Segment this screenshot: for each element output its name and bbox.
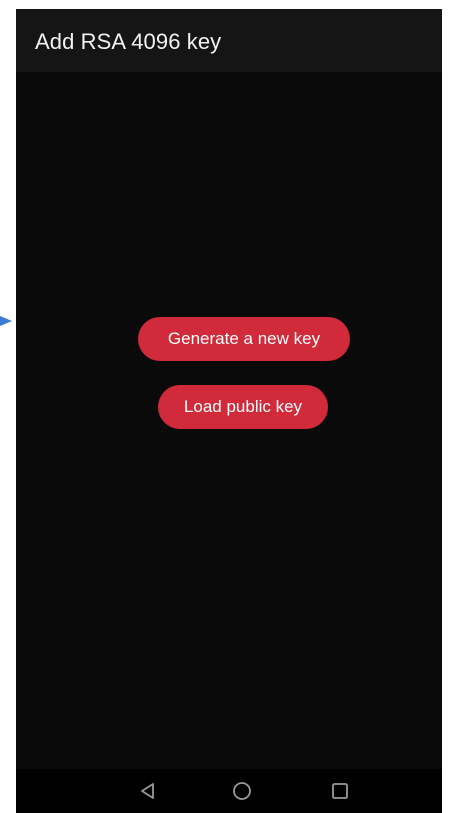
recents-button[interactable] xyxy=(327,779,353,803)
screenshot-canvas: Add RSA 4096 key Generate a new key Load… xyxy=(0,0,458,813)
generate-key-button[interactable]: Generate a new key xyxy=(138,317,350,361)
system-navigation-bar xyxy=(16,769,442,813)
home-circle-icon xyxy=(233,782,251,800)
page-title: Add RSA 4096 key xyxy=(35,29,222,54)
load-public-key-button[interactable]: Load public key xyxy=(158,385,328,429)
back-button[interactable] xyxy=(135,779,161,803)
phone-screen: Add RSA 4096 key Generate a new key Load… xyxy=(16,9,442,813)
pointer-arrow-shape xyxy=(0,316,12,326)
pointer-arrow-icon xyxy=(0,316,12,326)
main-content: Generate a new key Load public key xyxy=(16,72,442,769)
app-bar: Add RSA 4096 key xyxy=(16,9,442,72)
back-triangle-icon xyxy=(141,783,154,799)
home-button[interactable] xyxy=(229,779,255,803)
recents-square-icon xyxy=(332,783,348,799)
